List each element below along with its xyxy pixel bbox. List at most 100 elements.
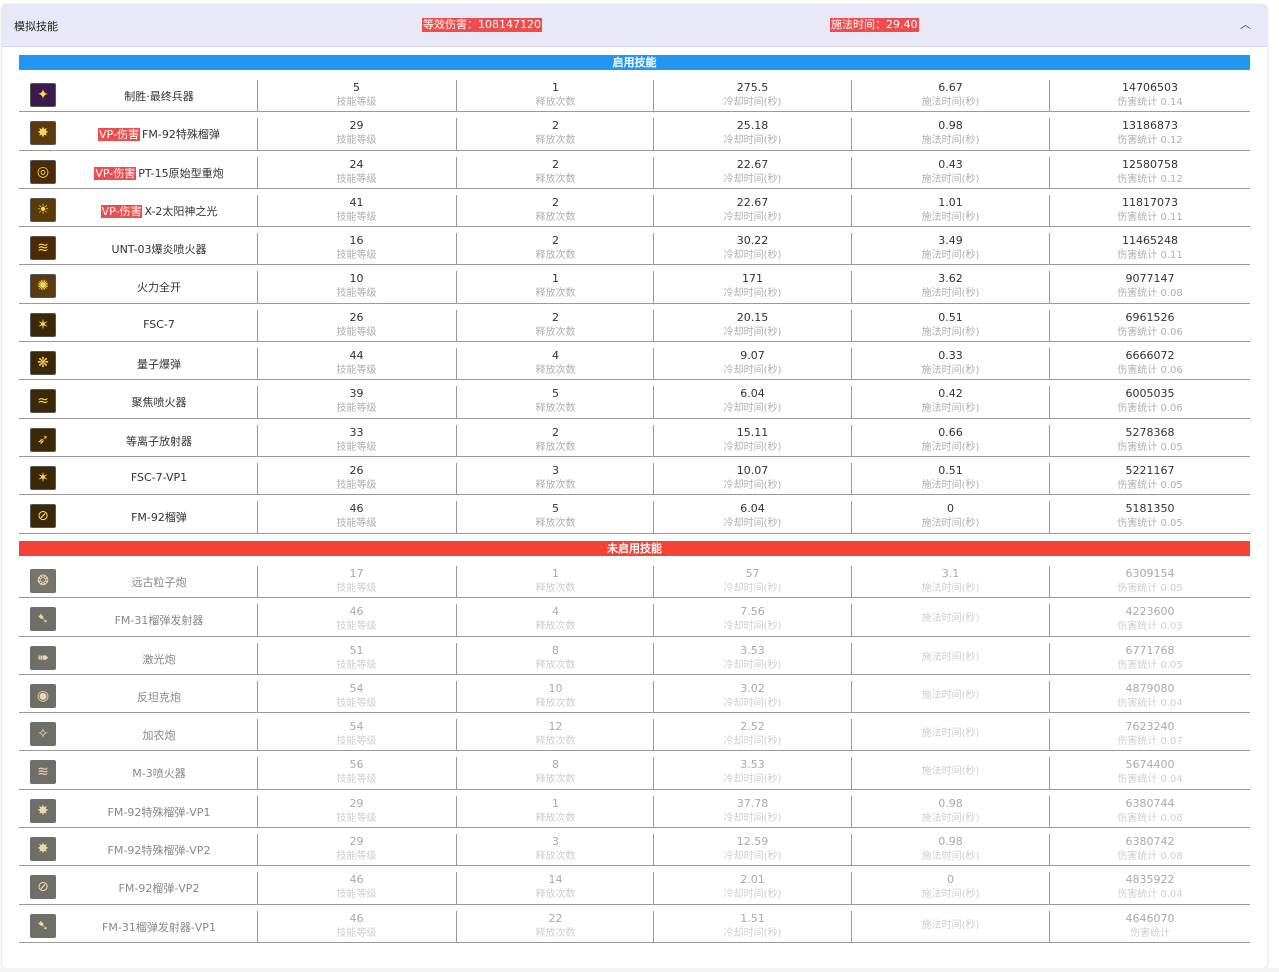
skill-row[interactable]: ⊘ FM-92榴弹 46 技能等级 5 释放次数 6.04 冷却时间(秒) 0 施法时间(秒) 51… (19, 495, 1250, 534)
cooldown-time-cell: 12.59 冷却时间(秒) (653, 834, 851, 867)
damage-stat-cell: 6309154 伤害统计 0.05 (1049, 566, 1250, 598)
cast-count-label: 释放次数 (535, 659, 576, 671)
cooldown-time-cell: 7.56 冷却时间(秒) (653, 604, 851, 637)
cooldown-time-label: 冷却时间(秒) (723, 97, 782, 108)
cast-count-cell: 12 释放次数 (456, 719, 654, 752)
skill-level-label: 技能等级 (336, 851, 377, 863)
cooldown-time-label: 冷却时间(秒) (723, 365, 782, 377)
skill-name: FM-31榴弹发射器-VP1 (79, 919, 239, 935)
cast-time-label: 施法时间(秒) (921, 135, 980, 147)
skill-level-cell: 46 技能等级 (257, 501, 455, 534)
cooldown-time-label: 冷却时间(秒) (723, 851, 782, 863)
skill-level-value: 56 (349, 758, 364, 772)
cooldown-time-value: 3.53 (740, 758, 765, 772)
skill-row[interactable]: ≈ 聚焦喷火器 39 技能等级 5 释放次数 6.04 冷却时间(秒) 0.42 施法时间(秒) 6… (19, 380, 1250, 419)
cast-time-label: 施法时间(秒) (921, 689, 980, 701)
skill-level-label: 技能等级 (336, 97, 377, 108)
skill-name: FSC-7 (79, 318, 239, 331)
skill-level-label: 技能等级 (336, 621, 377, 633)
damage-stat-value: 13186873 (1122, 119, 1178, 133)
cast-time-cell: 施法时间(秒) (851, 604, 1049, 637)
skill-row[interactable]: ➷ FM-31榴弹发射器-VP1 46 技能等级 22 释放次数 1.51 冷却时间(秒) 施法… (19, 905, 1250, 943)
cast-time-label: 施法时间(秒) (921, 812, 980, 824)
skill-name-text: M-3喷火器 (132, 767, 186, 781)
damage-stat-cell: 6961526 伤害统计 0.06 (1049, 309, 1250, 342)
damage-stat-cell: 11817073 伤害统计 0.11 (1049, 194, 1250, 227)
cast-time-label: 施法时间(秒) (921, 851, 980, 863)
damage-stat-label: 伤害统计 0.08 (1117, 288, 1183, 300)
cast-time-cell: 0.42 施法时间(秒) (851, 386, 1049, 419)
cast-time-label: 施法时间(秒) (921, 518, 980, 530)
cast-count-value: 10 (548, 681, 563, 695)
cast-count-cell: 2 释放次数 (456, 233, 654, 266)
skill-row[interactable]: ◎ VP-伤害 PT-15原始型重炮 24 技能等级 2 释放次数 22.67 冷却时间(秒) 0… (19, 151, 1250, 189)
skill-row[interactable]: ✦ 制胜·最终兵器 5 技能等级 1 释放次数 275.5 冷却时间(秒) 6.67 施法时间(秒… (19, 74, 1250, 113)
cast-count-value: 22 (548, 911, 563, 925)
damage-stat-value: 12580758 (1122, 157, 1178, 171)
cooldown-time-value: 20.15 (736, 310, 769, 324)
chevron-up-icon[interactable]: ︿ (1240, 16, 1251, 32)
cooldown-time-cell: 25.18 冷却时间(秒) (653, 118, 851, 151)
skill-level-cell: 54 技能等级 (257, 719, 455, 752)
skill-row[interactable]: ❂ 远古粒子炮 17 技能等级 1 释放次数 57 冷却时间(秒) 3.1 施法时间(秒) 6309… (19, 560, 1250, 599)
skill-level-cell: 10 技能等级 (257, 271, 455, 304)
skill-row[interactable]: ✺ 火力全开 10 技能等级 1 释放次数 171 冷却时间(秒) 3.62 施法时间(秒) 907… (19, 265, 1250, 304)
skill-name-text: 火力全开 (137, 281, 181, 295)
cast-time-cell: 0.66 施法时间(秒) (851, 424, 1049, 457)
skill-row[interactable]: ≋ M-3喷火器 56 技能等级 8 释放次数 3.53 冷却时间(秒) 施法时间(秒) 5674… (19, 751, 1250, 790)
cooldown-time-label: 冷却时间(秒) (723, 697, 782, 709)
cast-count-value: 14 (548, 873, 563, 887)
skill-row[interactable]: ≋ UNT-03爆炎喷火器 16 技能等级 2 释放次数 30.22 冷却时间(秒) 3.49 施… (19, 227, 1250, 266)
skill-row[interactable]: ➶ 等离子放射器 33 技能等级 2 释放次数 15.11 冷却时间(秒) 0.66 施法时间(秒… (19, 419, 1250, 457)
skill-row[interactable]: ☀ VP-伤害 X-2太阳神之光 41 技能等级 2 释放次数 22.67 冷却时间(秒) 1.0… (19, 189, 1250, 228)
cooldown-time-label: 冷却时间(秒) (723, 889, 782, 901)
skill-name: VP-伤害 PT-15原始型重炮 (79, 165, 239, 181)
grenade-launcher-icon: ➷ (30, 607, 56, 632)
skill-level-cell: 5 技能等级 (257, 80, 455, 112)
cooldown-time-value: 22.67 (736, 157, 769, 171)
cooldown-time-value: 10.07 (736, 463, 769, 477)
skill-row[interactable]: ✶ FSC-7 26 技能等级 2 释放次数 20.15 冷却时间(秒) 0.51 施法时间(秒)… (19, 304, 1250, 343)
anti-tank-icon: ◉ (30, 683, 56, 708)
skill-level-cell: 26 技能等级 (257, 309, 455, 342)
skill-row[interactable]: ⊘ FM-92榴弹-VP2 46 技能等级 14 释放次数 2.01 冷却时间(秒) 0 施法时间… (19, 866, 1250, 905)
cast-count-label: 释放次数 (535, 135, 576, 147)
cooldown-time-value: 2.52 (740, 720, 765, 734)
equivalent-damage-badge: 等效伤害：108147120 (422, 18, 542, 32)
damage-stat-value: 11465248 (1122, 234, 1178, 248)
skill-name: 聚焦喷火器 (79, 394, 239, 410)
cooldown-time-label: 冷却时间(秒) (723, 812, 782, 824)
cooldown-time-cell: 3.53 冷却时间(秒) (653, 642, 851, 675)
skill-row[interactable]: ✧ 加农炮 54 技能等级 12 释放次数 2.52 冷却时间(秒) 施法时间(秒) 762324… (19, 713, 1250, 752)
skill-row[interactable]: ✸ VP-伤害 FM-92特殊榴弹 29 技能等级 2 释放次数 25.18 冷却时间(秒) 0.… (19, 112, 1250, 151)
cast-count-label: 释放次数 (535, 326, 576, 338)
final-weapon-icon: ✦ (30, 83, 56, 107)
skill-row[interactable]: ✶ FSC-7-VP1 26 技能等级 3 释放次数 10.07 冷却时间(秒) 0.51 施法时… (19, 457, 1250, 496)
skill-name: 激光炮 (79, 651, 239, 667)
skill-row[interactable]: ➠ 激光炮 51 技能等级 8 释放次数 3.53 冷却时间(秒) 施法时间(秒) 6771768… (19, 637, 1250, 675)
cast-count-value: 5 (552, 502, 559, 516)
skill-level-value: 26 (349, 310, 364, 324)
cast-count-cell: 4 释放次数 (456, 348, 654, 381)
cast-time-cell: 6.67 施法时间(秒) (851, 80, 1049, 112)
skill-row[interactable]: ◉ 反坦克炮 54 技能等级 10 释放次数 3.02 冷却时间(秒) 施法时间(秒) 48790… (19, 675, 1250, 714)
cast-count-value: 1 (552, 567, 559, 580)
cast-count-label: 释放次数 (535, 812, 576, 824)
damage-stat-value: 6380742 (1125, 835, 1175, 849)
skill-level-label: 技能等级 (336, 927, 377, 939)
skill-level-label: 技能等级 (336, 812, 377, 824)
cooldown-time-value: 275.5 (736, 81, 769, 94)
panel-header[interactable]: 模拟技能 等效伤害：108147120 施法时间：29.40 ︿ (2, 4, 1267, 47)
damage-stat-cell: 9077147 伤害统计 0.08 (1049, 271, 1250, 304)
cooldown-time-value: 3.53 (740, 643, 765, 657)
cast-time-cell: 0.51 施法时间(秒) (851, 309, 1049, 342)
cast-time-cell: 0.98 施法时间(秒) (851, 118, 1049, 151)
skill-name: 制胜·最终兵器 (79, 88, 239, 104)
skill-row[interactable]: ✸ FM-92特殊榴弹-VP2 29 技能等级 3 释放次数 12.59 冷却时间(秒) 0.9… (19, 828, 1250, 867)
skill-row[interactable]: ❋ 量子爆弹 44 技能等级 4 释放次数 9.07 冷却时间(秒) 0.33 施法时间(秒) 66… (19, 342, 1250, 381)
damage-stat-label: 伤害统计 0.04 (1117, 774, 1183, 786)
skill-row[interactable]: ✸ FM-92特殊榴弹-VP1 29 技能等级 1 释放次数 37.78 冷却时间(秒) 0.9… (19, 790, 1250, 829)
cast-time-label: 施法时间(秒) (921, 919, 980, 931)
skill-name: 火力全开 (79, 279, 239, 295)
skill-row[interactable]: ➷ FM-31榴弹发射器 46 技能等级 4 释放次数 7.56 冷却时间(秒) 施法时间(秒)… (19, 598, 1250, 637)
